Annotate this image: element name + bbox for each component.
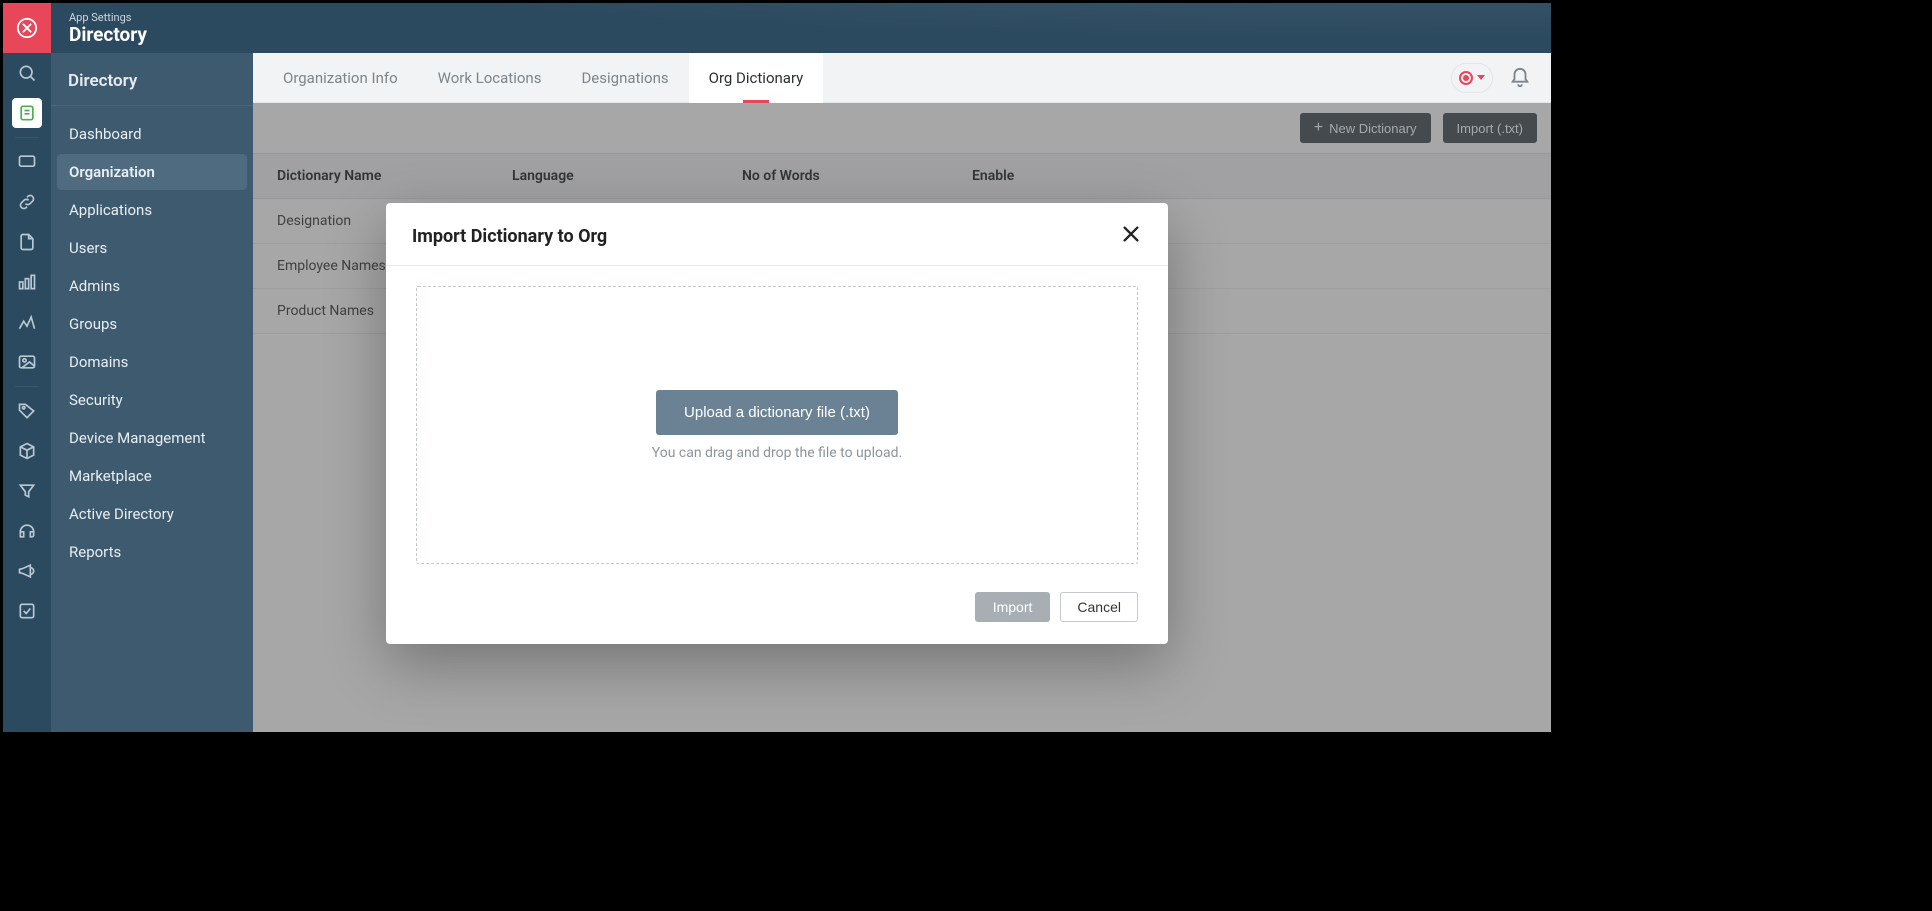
- tabs: Organization InfoWork LocationsDesignati…: [253, 53, 1551, 103]
- icon-rail: [3, 3, 51, 732]
- bar-chart-icon: [17, 272, 37, 292]
- sidebar-item-admins[interactable]: Admins: [57, 268, 247, 304]
- tab-designations[interactable]: Designations: [561, 53, 688, 103]
- chevron-down-icon: [1477, 75, 1485, 80]
- dropzone-hint: You can drag and drop the file to upload…: [652, 445, 902, 461]
- sidebar-item-groups[interactable]: Groups: [57, 306, 247, 342]
- record-icon: [1459, 71, 1473, 85]
- modal-import-button[interactable]: Import: [975, 592, 1051, 622]
- tag-icon: [17, 401, 37, 421]
- rail-check[interactable]: [3, 591, 51, 631]
- directory-icon: [17, 103, 37, 123]
- headset-icon: [17, 521, 37, 541]
- sidebar-item-users[interactable]: Users: [57, 230, 247, 266]
- sidebar-item-domains[interactable]: Domains: [57, 344, 247, 380]
- modal-import-label: Import: [993, 599, 1033, 615]
- file-dropzone[interactable]: Upload a dictionary file (.txt) You can …: [416, 286, 1138, 564]
- rail-directory[interactable]: [3, 93, 51, 133]
- upload-label: Upload a dictionary file (.txt): [684, 404, 870, 421]
- sidebar-item-security[interactable]: Security: [57, 382, 247, 418]
- tab-org-dictionary[interactable]: Org Dictionary: [689, 53, 824, 103]
- bell-icon: [1509, 67, 1531, 89]
- rail-analytics[interactable]: [3, 302, 51, 342]
- close-icon: [1120, 223, 1142, 245]
- sidebar-item-organization[interactable]: Organization: [57, 154, 247, 190]
- modal-title: Import Dictionary to Org: [412, 226, 607, 247]
- rail-media[interactable]: [3, 342, 51, 382]
- rail-box[interactable]: [3, 431, 51, 471]
- rail-filter[interactable]: [3, 471, 51, 511]
- rail-announce[interactable]: [3, 551, 51, 591]
- close-circle-icon: [16, 17, 38, 39]
- notifications-button[interactable]: [1503, 61, 1537, 95]
- modal-close-button[interactable]: [1120, 223, 1142, 249]
- peaks-icon: [17, 312, 37, 332]
- upload-file-button[interactable]: Upload a dictionary file (.txt): [656, 390, 898, 435]
- chat-icon: [17, 152, 37, 172]
- sidebar-item-active-directory[interactable]: Active Directory: [57, 496, 247, 532]
- close-app-button[interactable]: [3, 3, 51, 53]
- tab-organization-info[interactable]: Organization Info: [263, 53, 418, 103]
- rail-tag[interactable]: [3, 391, 51, 431]
- tab-work-locations[interactable]: Work Locations: [418, 53, 562, 103]
- rail-support[interactable]: [3, 511, 51, 551]
- page-title: Directory: [69, 23, 1551, 46]
- rail-search[interactable]: [3, 53, 51, 93]
- sidebar-title: Directory: [51, 53, 253, 106]
- sidebar-item-reports[interactable]: Reports: [57, 534, 247, 570]
- import-dictionary-modal: Import Dictionary to Org Upload a dictio…: [386, 203, 1168, 644]
- rail-forms[interactable]: [3, 222, 51, 262]
- megaphone-icon: [17, 561, 37, 581]
- sidebar-item-marketplace[interactable]: Marketplace: [57, 458, 247, 494]
- sidebar: Directory DashboardOrganizationApplicati…: [51, 53, 253, 732]
- rail-reports[interactable]: [3, 262, 51, 302]
- sidebar-item-device-management[interactable]: Device Management: [57, 420, 247, 456]
- record-dropdown[interactable]: [1451, 63, 1493, 93]
- modal-cancel-button[interactable]: Cancel: [1060, 592, 1138, 622]
- sidebar-item-applications[interactable]: Applications: [57, 192, 247, 228]
- filter-icon: [17, 481, 37, 501]
- modal-cancel-label: Cancel: [1077, 599, 1121, 615]
- search-icon: [17, 63, 37, 83]
- header: App Settings Directory: [51, 3, 1551, 53]
- form-icon: [17, 232, 37, 252]
- box-icon: [17, 441, 37, 461]
- rail-chat[interactable]: [3, 142, 51, 182]
- note-check-icon: [17, 601, 37, 621]
- rail-link[interactable]: [3, 182, 51, 222]
- image-icon: [17, 352, 37, 372]
- link-icon: [17, 192, 37, 212]
- sidebar-item-dashboard[interactable]: Dashboard: [57, 116, 247, 152]
